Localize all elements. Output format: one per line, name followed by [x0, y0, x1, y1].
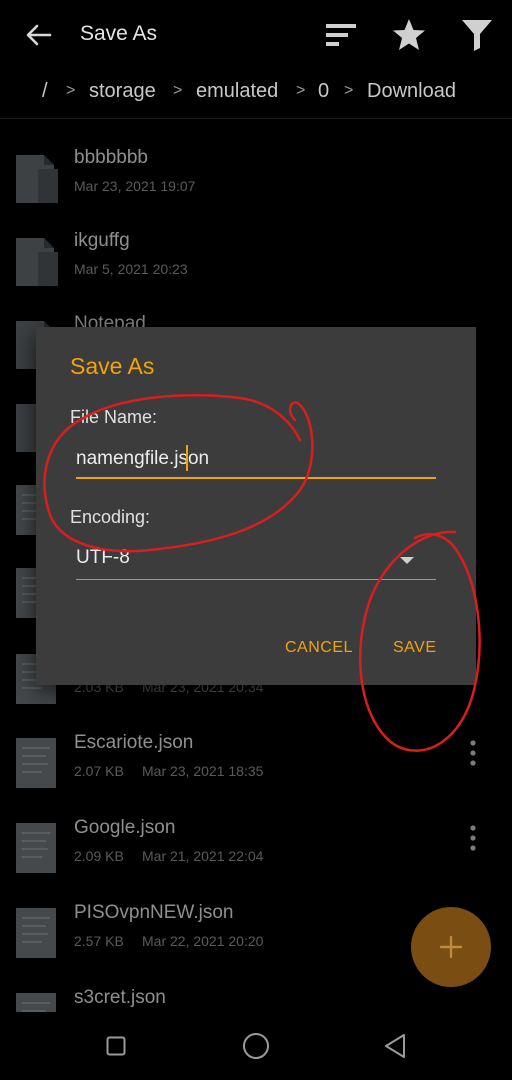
dialog-title: Save As — [70, 353, 155, 379]
chevron-right-icon: > — [173, 82, 183, 99]
breadcrumb-download[interactable]: Download — [367, 80, 456, 103]
sort-icon[interactable] — [324, 20, 358, 50]
chevron-right-icon: > — [296, 82, 306, 99]
breadcrumb-storage[interactable]: storage — [89, 80, 156, 103]
star-icon[interactable] — [391, 17, 427, 53]
save-as-dialog: Save As File Name: Encoding: UTF-8 CANCE… — [36, 327, 476, 685]
chevron-right-icon: > — [344, 82, 354, 99]
home-icon[interactable] — [242, 1032, 270, 1060]
plus-icon — [439, 935, 463, 959]
chevron-right-icon: > — [66, 82, 76, 99]
breadcrumb-emulated[interactable]: emulated — [196, 80, 278, 103]
text-caret — [186, 445, 188, 471]
add-fab-button[interactable] — [411, 907, 491, 987]
recents-icon[interactable] — [106, 1036, 126, 1056]
save-button[interactable]: SAVE — [391, 635, 439, 661]
file-name-input[interactable] — [76, 441, 436, 479]
filter-icon[interactable] — [460, 17, 494, 53]
system-nav-bar — [0, 1012, 512, 1080]
encoding-value: UTF-8 — [76, 547, 130, 568]
nav-back-icon[interactable] — [383, 1032, 407, 1060]
breadcrumb: / > storage > emulated > 0 > Download — [0, 70, 512, 119]
back-arrow-icon[interactable] — [24, 20, 54, 50]
cancel-button[interactable]: CANCEL — [283, 635, 355, 661]
app-title: Save As — [80, 22, 158, 45]
breadcrumb-0[interactable]: 0 — [318, 80, 329, 103]
dropdown-arrow-icon — [400, 557, 414, 564]
app-bar: Save As — [0, 0, 512, 70]
breadcrumb-root[interactable]: / — [42, 80, 48, 103]
encoding-select[interactable]: UTF-8 — [76, 541, 436, 580]
file-name-label: File Name: — [70, 407, 158, 427]
encoding-label: Encoding: — [70, 507, 151, 527]
